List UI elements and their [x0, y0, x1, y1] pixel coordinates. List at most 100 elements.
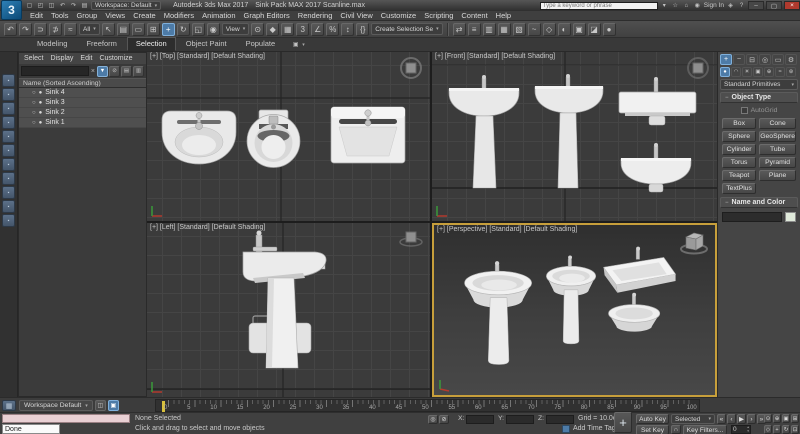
dock-tab-icon[interactable]: ▪: [2, 74, 15, 87]
scene-object-row[interactable]: ○ ● Sink 2: [19, 108, 146, 118]
viewport-left-label[interactable]: [+] [Left] [Standard] [Default Shading]: [150, 224, 265, 231]
menu-item[interactable]: Tools: [47, 11, 73, 20]
menu-item[interactable]: Create: [129, 11, 160, 20]
material-editor-icon[interactable]: ◐: [558, 23, 571, 36]
sink-model[interactable]: [465, 261, 532, 364]
use-pivot-center-icon[interactable]: ⊙: [251, 23, 264, 36]
sink-model[interactable]: [535, 74, 603, 188]
viewport-top-label[interactable]: [+] [Top] [Standard] [Default Shading]: [150, 53, 265, 60]
default-tangents-icon[interactable]: ∩: [671, 425, 681, 434]
orbit-icon[interactable]: ↻: [782, 425, 790, 434]
zoom-all-icon[interactable]: ⊕: [773, 414, 781, 423]
object-type-button[interactable]: Cylinder: [722, 144, 756, 155]
viewcube[interactable]: [398, 56, 424, 85]
lock-cell-editing-icon[interactable]: ⊘: [109, 66, 120, 77]
tab-freeform[interactable]: Freeform: [77, 37, 125, 51]
explorer-menu-item[interactable]: Customize: [96, 55, 135, 62]
utilities-tab-icon[interactable]: ⚙: [785, 54, 797, 65]
help-icon[interactable]: ?: [737, 1, 746, 10]
viewcube[interactable]: [679, 229, 709, 262]
hierarchy-tab-icon[interactable]: ⊟: [746, 54, 758, 65]
object-type-button[interactable]: GeoSphere: [759, 131, 796, 142]
menu-item[interactable]: Graph Editors: [240, 11, 294, 20]
dock-tab-icon[interactable]: ▪: [2, 144, 15, 157]
reference-coordinate-dropdown[interactable]: View ▾: [222, 23, 250, 35]
snap-toggle-icon[interactable]: 3: [296, 23, 309, 36]
y-coordinate-field[interactable]: [506, 415, 534, 424]
add-time-tag-button[interactable]: Add Time Tag: [573, 425, 616, 432]
minimize-button[interactable]: –: [748, 1, 764, 10]
sink-model[interactable]: [609, 293, 660, 332]
select-and-move-icon[interactable]: +: [162, 23, 175, 36]
layer-explorer-toggle-icon[interactable]: ▦: [498, 23, 511, 36]
bind-to-space-warp-icon[interactable]: ≈: [64, 23, 77, 36]
object-type-button[interactable]: Box: [722, 118, 756, 129]
object-color-swatch[interactable]: [785, 212, 796, 222]
object-type-button[interactable]: Torus: [722, 157, 756, 168]
zoom-icon[interactable]: ⊙: [764, 414, 772, 423]
menu-item[interactable]: Civil View: [336, 11, 376, 20]
explorer-search-input[interactable]: [21, 66, 89, 76]
curve-editor-icon[interactable]: ~: [528, 23, 541, 36]
lights-icon[interactable]: ☀: [742, 67, 752, 77]
clear-search-icon[interactable]: ×: [90, 68, 96, 75]
menu-item[interactable]: Rendering: [294, 11, 337, 20]
dock-tab-icon[interactable]: ▪: [2, 214, 15, 227]
object-type-button[interactable]: Pyramid: [759, 157, 796, 168]
menu-item[interactable]: Modifiers: [160, 11, 198, 20]
play-animation-icon[interactable]: ▶: [737, 414, 746, 424]
maximize-button[interactable]: ▢: [766, 1, 782, 10]
visibility-icon[interactable]: ○: [32, 110, 36, 116]
select-by-name-icon[interactable]: ▤: [117, 23, 130, 36]
scene-object-row[interactable]: ○ ● Sink 3: [19, 98, 146, 108]
home-icon[interactable]: ⌂: [682, 1, 691, 10]
tab-modeling[interactable]: Modeling: [28, 37, 76, 51]
select-and-scale-icon[interactable]: ◱: [192, 23, 205, 36]
geometry-icon[interactable]: ●: [720, 67, 730, 77]
dock-tab-icon[interactable]: ▪: [2, 186, 15, 199]
menu-item[interactable]: Edit: [26, 11, 47, 20]
explorer-menu-item[interactable]: Select: [21, 55, 46, 62]
3ds-max-logo-icon[interactable]: 3: [1, 0, 22, 20]
menu-item[interactable]: Content: [457, 11, 491, 20]
find-icon[interactable]: ▼: [97, 66, 108, 77]
sink-model[interactable]: [331, 107, 405, 163]
sink-model[interactable]: [243, 231, 326, 369]
sink-model[interactable]: [449, 75, 519, 188]
rectangular-selection-region-icon[interactable]: ▭: [132, 23, 145, 36]
explorer-column-header[interactable]: Name (Sorted Ascending): [19, 78, 146, 88]
menu-item[interactable]: Customize: [377, 11, 420, 20]
menu-item[interactable]: Group: [72, 11, 101, 20]
undo-icon[interactable]: ↶: [4, 23, 17, 36]
previous-frame-icon[interactable]: ‹: [727, 414, 736, 424]
auto-key-button[interactable]: Auto Key: [636, 414, 669, 424]
name-and-color-rollout[interactable]: − Name and Color: [720, 197, 798, 208]
maximize-viewport-toggle-icon[interactable]: ⊡: [791, 425, 799, 434]
dock-tab-icon[interactable]: ▪: [2, 102, 15, 115]
primitives-dropdown[interactable]: Standard Primitives ▾: [720, 79, 798, 90]
select-object-icon[interactable]: ↖: [102, 23, 115, 36]
modify-tab-icon[interactable]: ~: [733, 54, 745, 65]
workspace-selector[interactable]: Workspace Default ▾: [19, 400, 93, 411]
select-and-manipulate-icon[interactable]: ◆: [266, 23, 279, 36]
zoom-extents-all-icon[interactable]: ⊞: [791, 414, 799, 423]
named-selection-sets-icon[interactable]: {}: [356, 23, 369, 36]
search-input[interactable]: [540, 2, 658, 10]
ribbon-toggle-icon[interactable]: ▧: [513, 23, 526, 36]
systems-icon[interactable]: ⊛: [786, 67, 796, 77]
undo-icon[interactable]: ↶: [58, 1, 67, 10]
motion-tab-icon[interactable]: ◎: [759, 54, 771, 65]
viewport-layout-tabs-icon[interactable]: ▦: [2, 400, 16, 411]
window-crossing-icon[interactable]: ⊞: [147, 23, 160, 36]
sync-selection-icon[interactable]: ▤: [121, 66, 132, 77]
new-scene-icon[interactable]: ▢: [25, 1, 34, 10]
dock-tab-icon[interactable]: ▪: [2, 88, 15, 101]
tab-selection[interactable]: Selection: [127, 37, 176, 51]
key-mode-dropdown[interactable]: Selected ▾: [671, 414, 715, 424]
helpers-icon[interactable]: ⊕: [764, 67, 774, 77]
isolate-selection-icon[interactable]: ◎: [428, 415, 438, 424]
workspace-dropdown[interactable]: Workspace: Default ▾: [91, 1, 161, 10]
select-and-rotate-icon[interactable]: ↻: [177, 23, 190, 36]
pick-parent-icon[interactable]: ▥: [133, 66, 144, 77]
x-coordinate-field[interactable]: [466, 415, 494, 424]
